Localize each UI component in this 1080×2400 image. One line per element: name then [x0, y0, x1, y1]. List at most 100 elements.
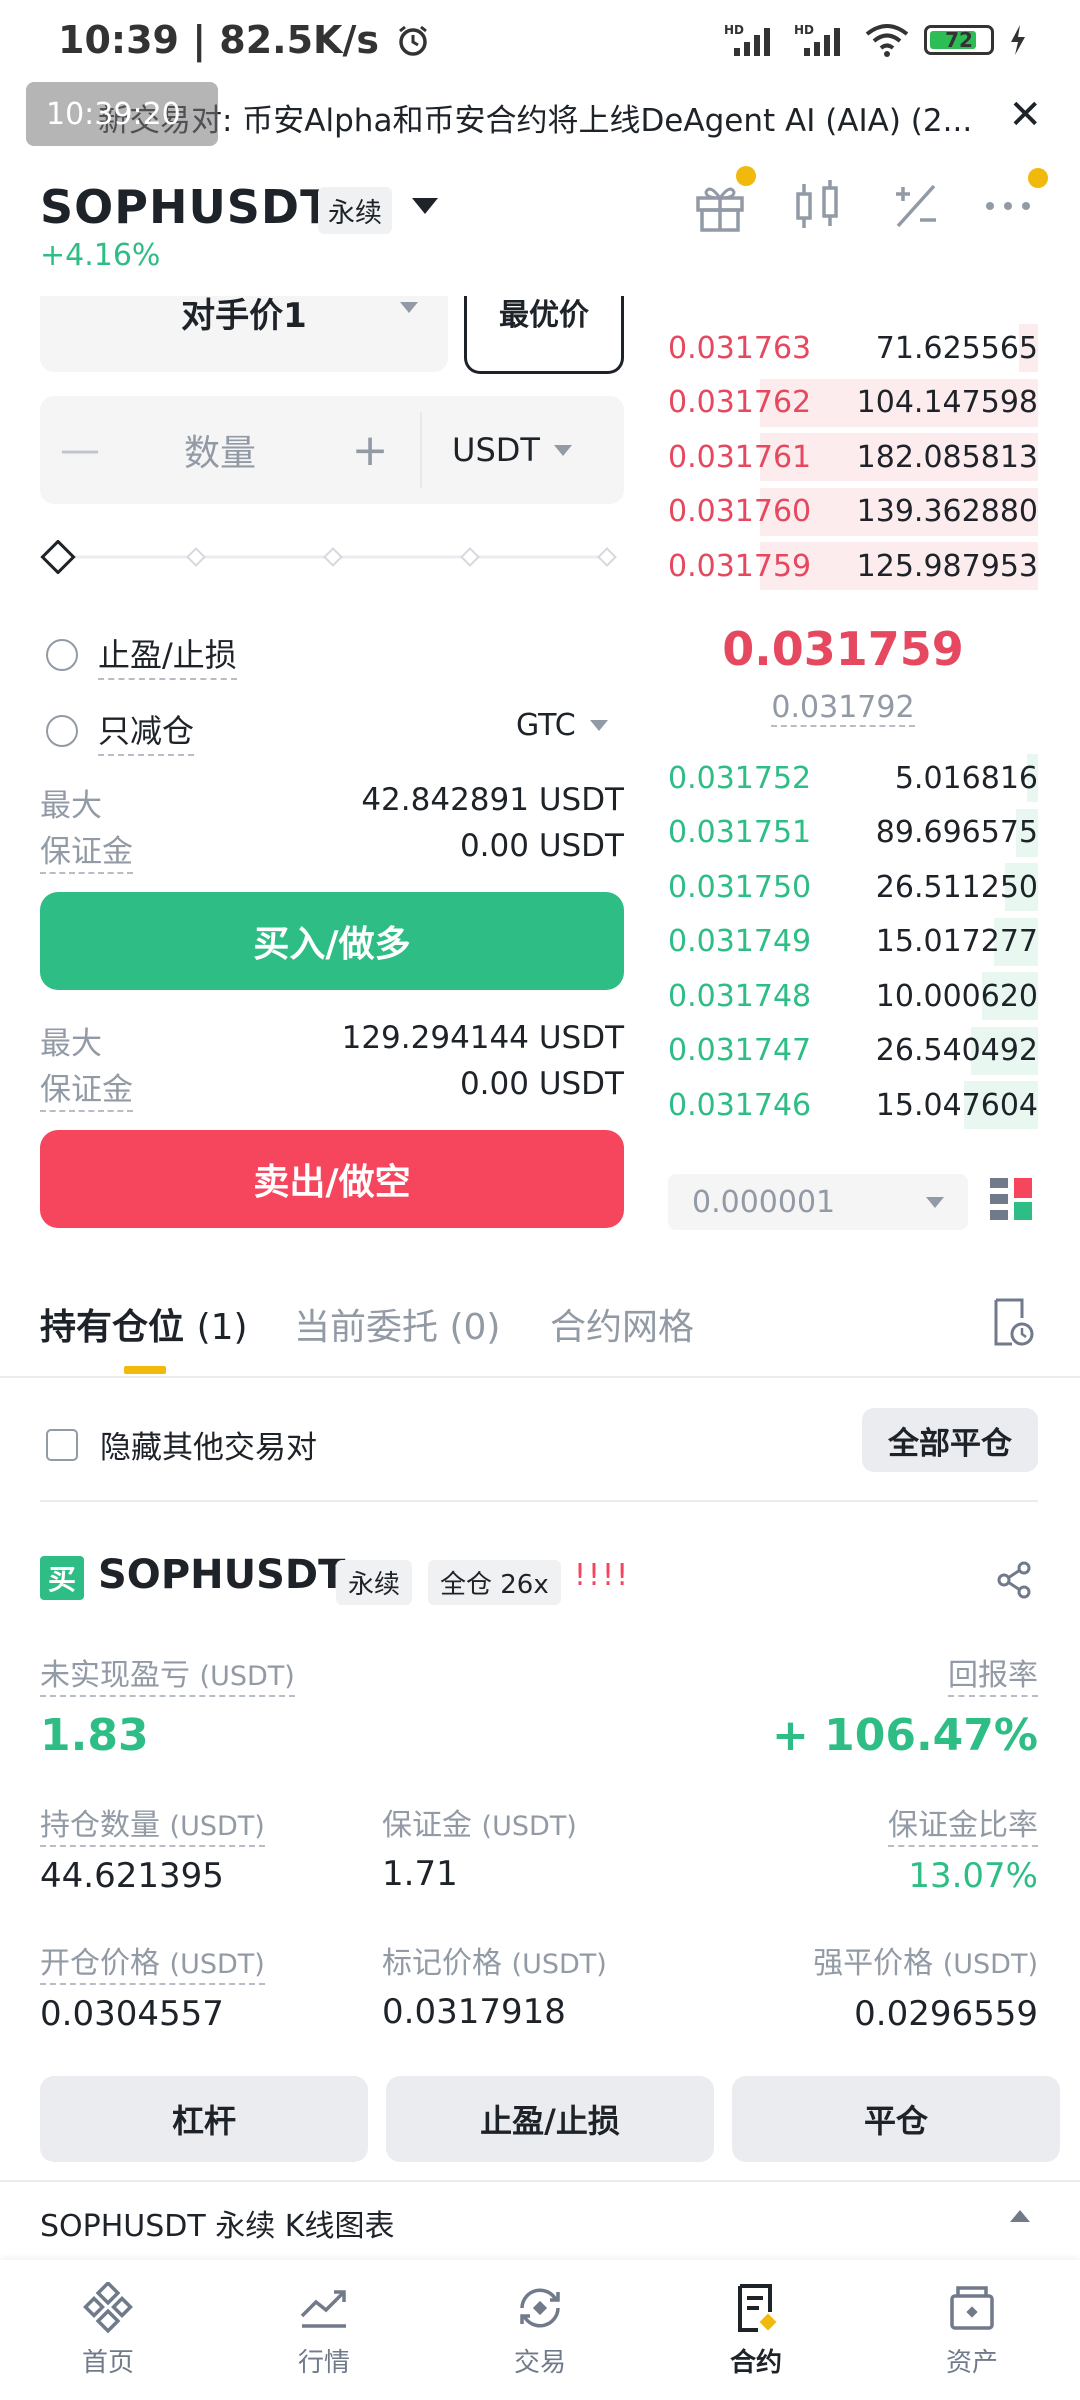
wallet-icon — [950, 2285, 994, 2330]
alarm-icon — [399, 25, 428, 56]
bid-qty: 10.000620 — [875, 978, 1038, 1014]
bid-row[interactable]: 0.031746 15.047604 — [668, 1079, 1038, 1131]
pnl-label: 未实现盈亏 — [40, 1658, 190, 1693]
checkbox-icon[interactable] — [46, 1428, 78, 1461]
radio-icon[interactable] — [46, 715, 78, 747]
reduce-only-toggle[interactable]: 只减仓 — [46, 706, 195, 756]
ask-price: 0.031763 — [668, 330, 812, 366]
ask-row[interactable]: 0.031763 71.625565 — [668, 322, 1038, 374]
nav-markets[interactable]: 行情 — [216, 2260, 432, 2400]
price-change: +4.16% — [40, 238, 161, 273]
candlestick-chart-icon[interactable] — [790, 178, 846, 234]
best-price-button[interactable]: 最优价 — [464, 296, 624, 374]
side-badge: 买 — [40, 1556, 84, 1600]
quantity-input[interactable]: — 数量 + USDT — [40, 396, 624, 504]
entry-price-label: 开仓价格 — [40, 1946, 160, 1981]
bid-qty: 5.016816 — [894, 760, 1038, 796]
unit-select[interactable]: USDT — [422, 431, 602, 469]
quantity-slider[interactable] — [40, 539, 620, 575]
ask-price: 0.031759 — [668, 548, 812, 584]
tab-open-orders[interactable]: 当前委托 (0) — [294, 1298, 500, 1350]
margin-ratio-label: 保证金比率 — [888, 1808, 1038, 1847]
announcement-banner[interactable]: 10:39:20 新交易对: 币安Alpha和币安合约将上线DeAgent AI… — [26, 82, 1056, 152]
margin-mode-tag[interactable]: 全仓 26x — [428, 1560, 561, 1605]
buy-max-value: 42.842891 USDT — [361, 782, 624, 818]
price-type-label: 对手价1 — [181, 296, 307, 336]
price-type-select[interactable]: 对手价1 — [40, 296, 448, 372]
signal-icon-2: HD — [794, 23, 840, 56]
nav-assets[interactable]: 资产 — [864, 2260, 1080, 2400]
position-perp-tag: 永续 — [336, 1560, 413, 1605]
tab-futures-grid[interactable]: 合约网格 — [550, 1298, 694, 1350]
ask-qty: 182.085813 — [856, 439, 1038, 475]
trade-swap-icon — [520, 2288, 560, 2327]
close-icon[interactable]: ✕ — [1008, 92, 1042, 138]
bid-row[interactable]: 0.031748 10.000620 — [668, 970, 1038, 1022]
kline-chart-toggle[interactable]: SOPHUSDT 永续 K线图表 — [0, 2180, 1080, 2264]
bid-row[interactable]: 0.031752 5.016816 — [668, 752, 1038, 804]
status-time: 10:39 | 82.5K/s — [58, 18, 430, 62]
bid-row[interactable]: 0.031749 15.017277 — [668, 916, 1038, 968]
position-symbol[interactable]: SOPHUSDT — [98, 1552, 345, 1598]
bid-row[interactable]: 0.031747 26.540492 — [668, 1025, 1038, 1077]
close-position-button[interactable]: 平仓 — [732, 2076, 1060, 2162]
mark-price[interactable]: 0.031792 — [668, 690, 1018, 727]
chevron-up-icon[interactable] — [1010, 2210, 1030, 2222]
calculator-icon[interactable] — [888, 178, 944, 234]
ask-row[interactable]: 0.031762 104.147598 — [668, 377, 1038, 429]
order-book-layout-icon[interactable] — [990, 1178, 1032, 1226]
size-label: 持仓数量 — [40, 1808, 160, 1843]
status-icons: HD HD 72 — [724, 22, 1028, 58]
close-all-button[interactable]: 全部平仓 — [862, 1408, 1038, 1472]
announcement-text: 新交易对: 币安Alpha和币安合约将上线DeAgent AI (AIA) (2… — [98, 102, 973, 139]
bottom-nav: 首页 行情 交易 合约 资产 — [0, 2260, 1080, 2400]
radio-icon[interactable] — [46, 639, 78, 671]
nav-home[interactable]: 首页 — [0, 2260, 216, 2400]
gift-icon[interactable] — [692, 166, 756, 234]
leverage-button[interactable]: 杠杆 — [40, 2076, 368, 2162]
sell-short-button[interactable]: 卖出/做空 — [40, 1130, 624, 1228]
order-history-icon[interactable] — [990, 1298, 1034, 1352]
precision-select[interactable]: 0.000001 — [668, 1174, 968, 1230]
tab-positions[interactable]: 持有仓位 (1) — [40, 1298, 248, 1350]
toast-time-overlay: 10:39:20 — [26, 82, 218, 146]
battery-icon: 72 — [924, 25, 994, 55]
tp-sl-button[interactable]: 止盈/止损 — [386, 2076, 714, 2162]
quantity-placeholder: 数量 — [183, 433, 256, 474]
symbol-title[interactable]: SOPHUSDT — [40, 180, 333, 234]
last-price: 0.031759 — [722, 622, 964, 676]
roe-label: 回报率 — [948, 1658, 1038, 1697]
bid-row[interactable]: 0.031751 89.696575 — [668, 807, 1038, 859]
ask-row[interactable]: 0.031761 182.085813 — [668, 431, 1038, 483]
buy-long-button[interactable]: 买入/做多 — [40, 892, 624, 990]
nav-trade[interactable]: 交易 — [432, 2260, 648, 2400]
bid-price: 0.031752 — [668, 760, 812, 796]
hide-other-pairs-toggle[interactable]: 隐藏其他交易对 — [46, 1422, 317, 1467]
perpetual-tag: 永续 — [318, 187, 392, 234]
chevron-down-icon[interactable] — [412, 198, 438, 214]
home-icon — [83, 2281, 133, 2333]
wifi-icon — [865, 24, 909, 57]
ask-price: 0.031760 — [668, 494, 812, 529]
time-in-force-select[interactable]: GTC — [516, 708, 608, 743]
tp-sl-toggle[interactable]: 止盈/止损 — [46, 630, 237, 680]
minus-button[interactable]: — — [40, 427, 120, 473]
charging-icon — [1011, 25, 1025, 55]
ask-row[interactable]: 0.031760 139.362880 — [668, 486, 1038, 538]
nav-futures[interactable]: 合约 — [648, 2260, 864, 2400]
margin-label: 保证金 — [382, 1808, 472, 1843]
roe-value: + 106.47% — [771, 1710, 1038, 1761]
adl-indicator: !!!! — [574, 1558, 631, 1593]
liq-price-value: 0.0296559 — [854, 1994, 1038, 2034]
buy-margin-value: 0.00 USDT — [459, 828, 624, 864]
share-icon[interactable] — [994, 1560, 1034, 1604]
ask-qty: 71.625565 — [875, 330, 1038, 366]
plus-button[interactable]: + — [320, 425, 420, 476]
ask-row[interactable]: 0.031759 125.987953 — [668, 540, 1038, 592]
bid-row[interactable]: 0.031750 26.511250 — [668, 861, 1038, 913]
bid-price: 0.031746 — [668, 1087, 812, 1123]
more-icon[interactable] — [980, 168, 1048, 234]
chart-line-icon — [300, 2289, 346, 2328]
mark-price-value: 0.0317918 — [382, 1992, 566, 2032]
sell-margin-label: 保证金 — [40, 1072, 133, 1112]
